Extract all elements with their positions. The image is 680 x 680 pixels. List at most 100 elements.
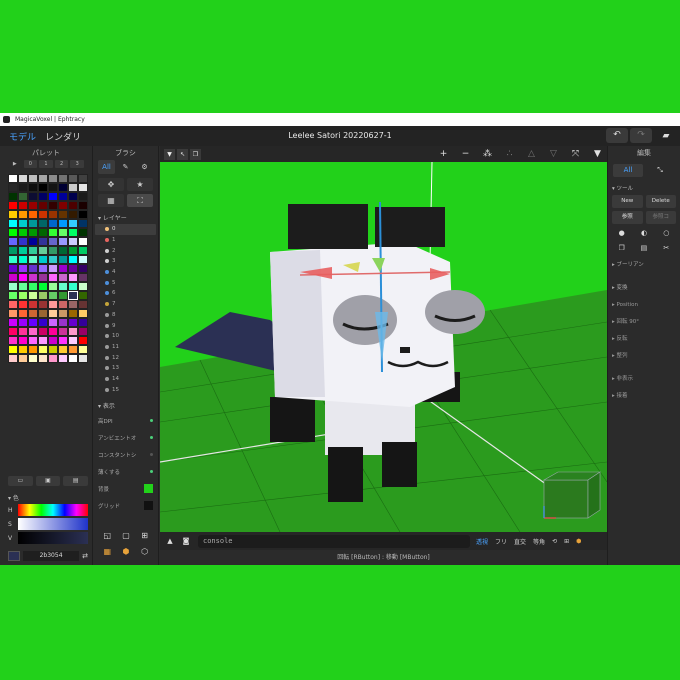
palette-swatch[interactable] — [8, 192, 18, 201]
palette-swatch[interactable] — [28, 345, 38, 354]
layer-color-dot[interactable] — [105, 344, 109, 349]
projection-iso[interactable]: 等角 — [533, 537, 545, 546]
palette-swatch[interactable] — [78, 327, 88, 336]
palette-swatch[interactable] — [68, 336, 78, 345]
palette-swatch[interactable] — [58, 192, 68, 201]
palette-swatch[interactable] — [28, 282, 38, 291]
layer-color-dot[interactable] — [105, 312, 109, 317]
layer-item[interactable]: 4 — [95, 267, 156, 278]
view-ao-toggle[interactable]: アンビエントオ — [98, 429, 153, 446]
palette-swatch[interactable] — [8, 282, 18, 291]
palette-tab-2[interactable]: 2 — [54, 160, 69, 168]
palette-swatch[interactable] — [48, 318, 58, 327]
layer-item[interactable]: 0 — [95, 224, 156, 235]
palette-swatch[interactable] — [38, 354, 48, 363]
reference-button[interactable]: 参照 — [612, 211, 643, 224]
palette-swatch[interactable] — [8, 246, 18, 255]
position-item[interactable]: ▸ Position — [612, 297, 676, 314]
palette-swatch[interactable] — [28, 210, 38, 219]
palette-swatch[interactable] — [58, 228, 68, 237]
palette-swatch[interactable] — [48, 237, 58, 246]
palette-swatch[interactable] — [18, 237, 28, 246]
projection-perspective[interactable]: 透視 — [476, 537, 488, 546]
palette-swatch[interactable] — [48, 345, 58, 354]
layer-item[interactable]: 12 — [95, 352, 156, 363]
palette-swatch[interactable] — [78, 300, 88, 309]
triangle-up-icon[interactable]: △ — [526, 149, 537, 159]
palette-swatch[interactable] — [28, 237, 38, 246]
palette-swatch[interactable] — [68, 255, 78, 264]
delete-button[interactable]: Delete — [645, 195, 676, 208]
layer-item[interactable]: 1 — [95, 235, 156, 246]
layer-color-dot[interactable] — [105, 355, 109, 360]
palette-swatch[interactable] — [28, 291, 38, 300]
view-constant-toggle[interactable]: コンスタントシ — [98, 446, 153, 463]
palette-swatch[interactable] — [48, 201, 58, 210]
palette-swatch[interactable] — [8, 318, 18, 327]
layer-color-dot[interactable] — [105, 302, 109, 307]
palette-swatch[interactable] — [68, 309, 78, 318]
copy-palette-icon[interactable]: ▤ — [63, 476, 89, 486]
layer-color-dot[interactable] — [105, 248, 109, 253]
swap-icon[interactable]: ⇄ — [82, 552, 88, 560]
palette-swatch[interactable] — [28, 336, 38, 345]
boolean-item[interactable]: ▸ ブーリアン — [612, 257, 676, 274]
palette-swatch[interactable] — [78, 345, 88, 354]
palette-swatch[interactable] — [78, 228, 88, 237]
cut-icon[interactable]: ✂ — [657, 242, 676, 254]
palette-swatch[interactable] — [58, 237, 68, 246]
palette-swatch[interactable] — [8, 300, 18, 309]
collapse-icon[interactable]: ▼ — [164, 148, 175, 160]
palette-swatch[interactable] — [38, 210, 48, 219]
palette-swatch[interactable] — [78, 201, 88, 210]
cube-icon[interactable]: ⬢ — [117, 544, 136, 560]
palette-swatch[interactable] — [18, 246, 28, 255]
triangle-play-icon[interactable]: ▲ — [164, 535, 176, 547]
tab-model[interactable]: モデル — [9, 130, 36, 143]
layer-item[interactable]: 7 — [95, 299, 156, 310]
palette-swatch[interactable] — [18, 255, 28, 264]
palette-swatch[interactable] — [18, 300, 28, 309]
palette-swatch[interactable] — [18, 282, 28, 291]
palette-swatch[interactable] — [68, 210, 78, 219]
layer-item[interactable]: 9 — [95, 320, 156, 331]
hide-item[interactable]: ▸ 非表示 — [612, 371, 676, 388]
palette-swatch[interactable] — [28, 228, 38, 237]
rotate-icon[interactable]: ⟲ — [552, 538, 557, 545]
camera-icon[interactable]: ◙ — [180, 535, 192, 547]
palette-swatch[interactable] — [8, 228, 18, 237]
palette-swatch[interactable] — [48, 354, 58, 363]
palette-swatch[interactable] — [58, 264, 68, 273]
palette-swatch[interactable] — [48, 273, 58, 282]
triangle-down-icon[interactable]: ▽ — [548, 149, 559, 159]
palette-swatch[interactable] — [48, 228, 58, 237]
palette-swatch[interactable] — [28, 246, 38, 255]
pencil-icon[interactable]: ✎ — [117, 160, 134, 174]
palette-swatch[interactable] — [18, 210, 28, 219]
palette-swatch[interactable] — [18, 273, 28, 282]
palette-swatch[interactable] — [28, 327, 38, 336]
palette-swatch[interactable] — [18, 318, 28, 327]
palette-tab-play[interactable]: ▶ — [8, 160, 22, 168]
palette-swatch[interactable] — [68, 318, 78, 327]
half-circle-icon[interactable]: ◐ — [634, 227, 653, 239]
palette-swatch[interactable] — [48, 327, 58, 336]
layer-item[interactable]: 15 — [95, 384, 156, 395]
palette-swatch[interactable] — [28, 201, 38, 210]
move-icon[interactable]: ✥ — [98, 178, 124, 191]
palette-swatch[interactable] — [58, 219, 68, 228]
reference-copy-button[interactable]: 参照コ — [645, 211, 676, 224]
palette-swatch[interactable] — [58, 201, 68, 210]
palette-swatch[interactable] — [38, 309, 48, 318]
transform-item[interactable]: ▸ 変換 — [612, 280, 676, 297]
palette-swatch[interactable] — [38, 255, 48, 264]
palette-swatch[interactable] — [38, 300, 48, 309]
view-hidpi-toggle[interactable]: 高DPI — [98, 412, 153, 429]
palette-swatch[interactable] — [28, 318, 38, 327]
palette-swatch[interactable] — [8, 264, 18, 273]
palette-swatch[interactable] — [38, 183, 48, 192]
color-section-head[interactable]: ▾ 色 — [8, 493, 19, 502]
flip-item[interactable]: ▸ 反転 — [612, 331, 676, 348]
layer-color-dot[interactable] — [105, 238, 109, 243]
new-button[interactable]: New — [612, 195, 643, 208]
